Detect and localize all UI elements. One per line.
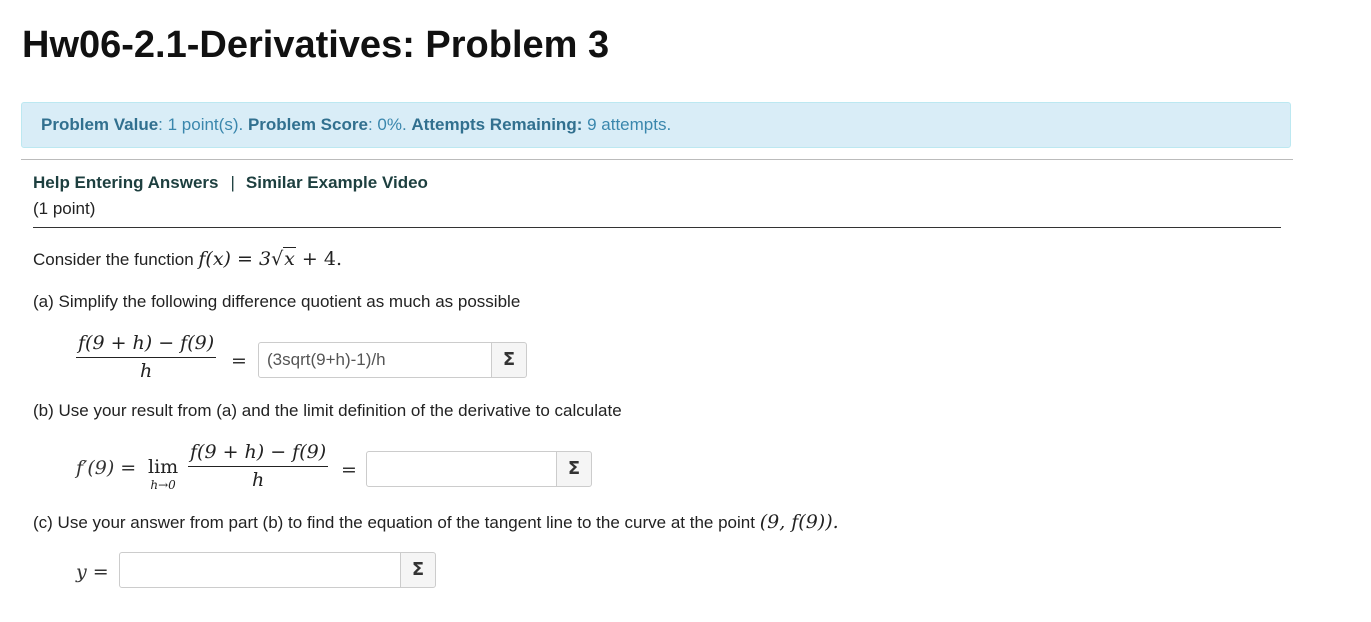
quotient-numerator-b: f(9 + h) − f(9) (190, 441, 327, 463)
limit-operator: lim h→0 (148, 456, 178, 492)
quotient-denominator: h (139, 360, 153, 382)
function-rhs: + 4. (295, 248, 343, 270)
function-radicand: x (283, 247, 296, 270)
problem-value-text: : 1 point(s). (158, 115, 248, 134)
derivative-lhs-text: f′(9) = (76, 457, 137, 479)
help-links: Help Entering Answers | Similar Example Vi… (33, 173, 428, 193)
part-a-prompt: (a) Simplify the following difference qu… (33, 292, 521, 311)
problem-points: (1 point) (33, 199, 96, 218)
derivative-lhs: f′(9) = (76, 457, 136, 479)
attempts-remaining-label: Attempts Remaining: (411, 115, 583, 134)
link-separator: | (230, 173, 235, 192)
quotient-numerator: f(9 + h) − f(9) (78, 332, 215, 354)
function-lhs: f(x) = 3 (198, 248, 272, 270)
tangent-point: (9, f(9)). (759, 511, 839, 533)
limit-word: lim (148, 456, 179, 478)
equation-editor-b-button[interactable]: Σ (556, 451, 592, 487)
problem-info-box: Problem Value: 1 point(s). Problem Score… (21, 102, 1291, 148)
difference-quotient-b: f(9 + h) − f(9) h (188, 441, 329, 491)
problem-divider (33, 227, 1281, 228)
header-divider (21, 159, 1293, 160)
equation-editor-a-button[interactable]: Σ (491, 342, 527, 378)
attempts-remaining-text: 9 attempts. (582, 115, 672, 134)
fraction-bar (76, 357, 217, 358)
equals-sign-b: = (341, 459, 357, 481)
y-equals-text: y = (76, 561, 109, 583)
sqrt-sign: √ (271, 248, 284, 270)
equation-editor-c-button[interactable]: Σ (400, 552, 436, 588)
similar-example-video-link[interactable]: Similar Example Video (246, 173, 428, 192)
problem-score-text: : 0%. (367, 115, 412, 134)
function-statement: Consider the function f(x) = 3√x + 4. (33, 247, 343, 270)
difference-quotient-a: f(9 + h) − f(9) h (76, 332, 217, 382)
function-intro: Consider the function (33, 250, 199, 269)
answer-c-input[interactable] (119, 552, 401, 588)
part-c-prompt: (c) Use your answer from part (b) to fin… (33, 511, 839, 533)
fraction-bar-b (188, 466, 329, 467)
answer-a-input[interactable]: (3sqrt(9+h)-1)/h (258, 342, 492, 378)
equals-sign-a: = (231, 350, 247, 372)
problem-score-label: Problem Score (247, 115, 368, 134)
problem-value-label: Problem Value (41, 115, 159, 134)
help-entering-answers-link[interactable]: Help Entering Answers (33, 173, 218, 192)
page-title: Hw06-2.1-Derivatives: Problem 3 (22, 24, 610, 66)
part-b-prompt: (b) Use your result from (a) and the lim… (33, 401, 622, 420)
y-equals-label: y = (76, 561, 109, 583)
quotient-denominator-b: h (251, 469, 265, 491)
answer-b-input[interactable] (366, 451, 557, 487)
part-c-text: (c) Use your answer from part (b) to fin… (33, 513, 760, 532)
limit-subscript: h→0 (150, 478, 176, 492)
